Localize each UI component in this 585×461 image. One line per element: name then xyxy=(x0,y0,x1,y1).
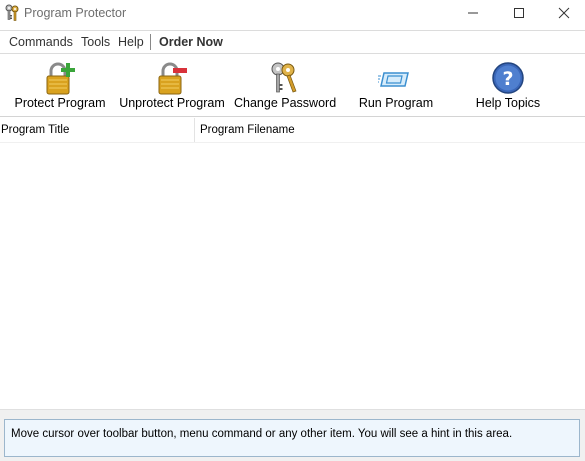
column-program-filename[interactable]: Program Filename xyxy=(195,118,585,142)
menu-tools[interactable]: Tools xyxy=(81,35,110,49)
menu-commands[interactable]: Commands xyxy=(9,35,73,49)
hint-area: Move cursor over toolbar button, menu co… xyxy=(0,409,585,461)
maximize-icon xyxy=(514,8,524,18)
hint-box: Move cursor over toolbar button, menu co… xyxy=(4,419,580,457)
toolbar: Protect Program Unprotect Program Change… xyxy=(0,54,585,117)
help-topics-button[interactable]: ? Help Topics xyxy=(458,54,558,116)
column-program-filename-label: Program Filename xyxy=(200,124,295,136)
unprotect-program-label: Unprotect Program xyxy=(119,96,225,110)
window-title: Program Protector xyxy=(24,6,127,20)
unprotect-program-button[interactable]: Unprotect Program xyxy=(118,54,226,116)
menu-help[interactable]: Help xyxy=(118,35,144,49)
lock-add-icon xyxy=(46,62,75,95)
keys-icon xyxy=(271,62,297,93)
svg-text:?: ? xyxy=(502,68,513,90)
run-program-label: Run Program xyxy=(358,96,434,110)
maximize-button[interactable] xyxy=(496,0,542,28)
hint-text: Move cursor over toolbar button, menu co… xyxy=(11,428,513,440)
protect-program-button[interactable]: Protect Program xyxy=(10,54,110,116)
run-program-button[interactable]: Run Program xyxy=(346,54,446,116)
minimize-button[interactable] xyxy=(450,0,496,28)
menu-order-now[interactable]: Order Now xyxy=(159,35,223,49)
menu-separator xyxy=(150,34,151,50)
column-program-title[interactable]: Program Title xyxy=(0,118,195,142)
lock-remove-icon xyxy=(158,62,187,95)
column-program-title-label: Program Title xyxy=(1,124,70,136)
list-header: Program Title Program Filename xyxy=(0,118,585,143)
run-window-icon xyxy=(378,72,409,87)
menu-bar: Commands Tools Help Order Now xyxy=(0,30,585,54)
close-icon xyxy=(558,7,570,19)
title-bar: Program Protector xyxy=(0,0,585,28)
minimize-icon xyxy=(468,12,478,14)
close-button[interactable] xyxy=(541,0,585,28)
protect-program-label: Protect Program xyxy=(14,96,106,110)
keys-icon xyxy=(5,4,19,21)
change-password-label: Change Password xyxy=(234,96,337,110)
help-icon: ? xyxy=(492,62,524,94)
change-password-button[interactable]: Change Password xyxy=(234,54,337,116)
program-list[interactable] xyxy=(0,143,585,407)
help-topics-label: Help Topics xyxy=(475,96,541,110)
